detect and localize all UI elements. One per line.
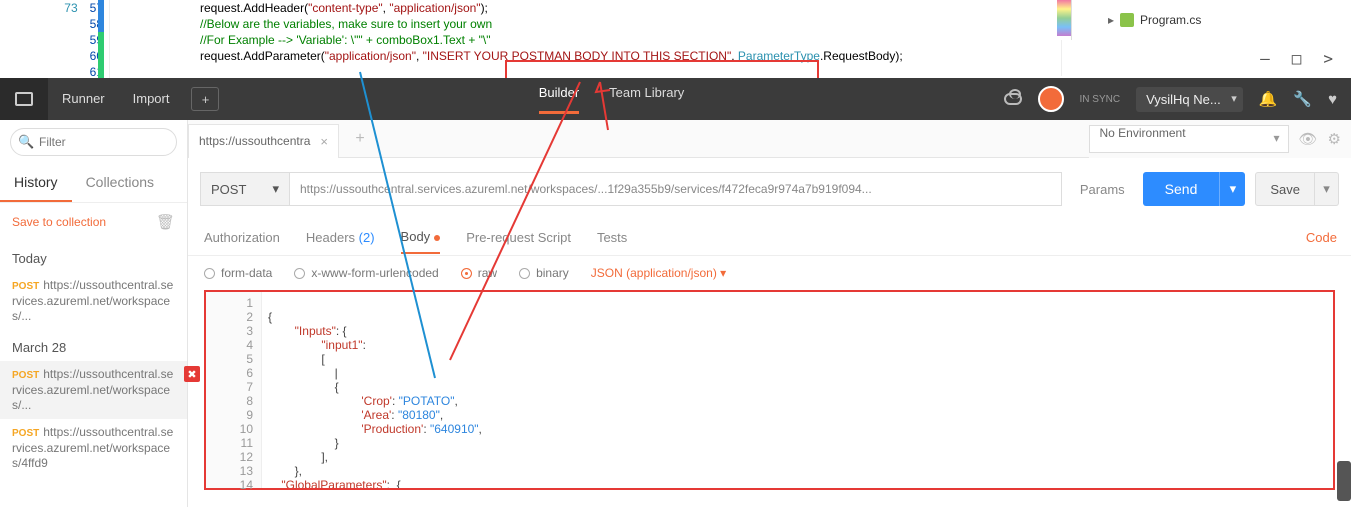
bell-icon[interactable]: 🔔 <box>1259 90 1278 108</box>
solution-file-label: Program.cs <box>1140 13 1201 27</box>
body-options: form-data x-www-form-urlencoded raw bina… <box>188 256 1351 290</box>
add-tab-button[interactable]: + <box>347 126 373 152</box>
json-line-numbers: 1234567891011121314 <box>206 292 262 488</box>
method-label: POST <box>211 182 246 197</box>
filter-input[interactable] <box>10 128 177 156</box>
error-icon: ✖ <box>184 366 200 382</box>
params-button[interactable]: Params <box>1062 182 1143 197</box>
minimize-icon[interactable]: — <box>1260 49 1270 68</box>
history-march-header: March 28 <box>0 330 187 361</box>
wrench-icon[interactable]: 🔧 <box>1293 90 1312 108</box>
tab-prerequest[interactable]: Pre-request Script <box>466 222 571 253</box>
sync-status: IN SYNC <box>1080 94 1121 105</box>
gear-icon[interactable]: ⚙ <box>1328 130 1341 148</box>
chevron-right-icon: ▸ <box>1108 13 1114 27</box>
tab-body[interactable]: Body <box>401 221 441 254</box>
sidebar-tabs: History Collections <box>0 164 187 203</box>
heart-icon[interactable]: ♥ <box>1328 91 1337 108</box>
opt-xform[interactable]: x-www-form-urlencoded <box>294 266 438 280</box>
opt-binary[interactable]: binary <box>519 266 569 280</box>
history-item[interactable]: POSThttps://ussouthcentral.services.azur… <box>0 419 187 477</box>
json-body-text[interactable]: { "Inputs": { "input1": [ | { 'Crop': "P… <box>262 292 1333 488</box>
sidebar: 🔍 History Collections Save to collection… <box>0 120 188 507</box>
save-to-collection-link[interactable]: Save to collection <box>12 215 106 229</box>
panel-icon <box>15 92 33 106</box>
content-type-selector[interactable]: JSON (application/json) <box>591 266 726 280</box>
tab-tests[interactable]: Tests <box>597 222 627 253</box>
dot-icon <box>434 235 440 241</box>
more-icon[interactable]: > <box>1323 49 1333 68</box>
history-item[interactable]: POSThttps://ussouthcentral.services.azur… <box>0 361 187 419</box>
postman-toolbar: Runner Import + Builder Team Library IN … <box>0 78 1351 120</box>
send-caret[interactable]: ▾ <box>1219 172 1245 206</box>
runner-button[interactable]: Runner <box>48 78 119 120</box>
request-tabstrip: https://ussouthcentra × + No Environment… <box>188 120 1351 158</box>
scrollbar[interactable] <box>1337 461 1351 501</box>
request-tab[interactable]: https://ussouthcentra × <box>188 124 339 158</box>
url-input[interactable]: https://ussouthcentral.services.azureml.… <box>290 172 1062 206</box>
code-link[interactable]: Code <box>1306 230 1337 245</box>
tab-collections[interactable]: Collections <box>72 164 168 202</box>
history-today-header: Today <box>0 241 187 272</box>
save-caret[interactable]: ▾ <box>1315 172 1339 206</box>
tab-authorization[interactable]: Authorization <box>204 222 280 253</box>
tab-team-library[interactable]: Team Library <box>609 85 684 114</box>
solution-explorer-item[interactable]: ▸ Program.cs <box>1071 0 1351 40</box>
import-button[interactable]: Import <box>119 78 184 120</box>
method-selector[interactable]: POST ▾ <box>200 172 290 206</box>
avatar[interactable] <box>1038 86 1064 112</box>
new-button[interactable]: + <box>191 87 219 111</box>
trash-icon[interactable]: 🗑 <box>156 213 175 231</box>
cloud-sync-icon[interactable] <box>1004 93 1022 105</box>
postman-main: 🔍 History Collections Save to collection… <box>0 120 1351 507</box>
history-item[interactable]: POSThttps://ussouthcentral.services.azur… <box>0 272 187 330</box>
send-button[interactable]: Send <box>1143 172 1220 206</box>
opt-form-data[interactable]: form-data <box>204 266 272 280</box>
eye-icon[interactable]: 👁 <box>1299 130 1318 148</box>
opt-raw[interactable]: raw <box>461 266 497 280</box>
environment-selector[interactable]: No Environment <box>1089 125 1289 153</box>
work-area: https://ussouthcentra × + No Environment… <box>188 120 1351 507</box>
code-gutter: 7357 58 59 60 61 <box>0 0 110 80</box>
tab-builder[interactable]: Builder <box>539 85 579 114</box>
request-tab-label: https://ussouthcentra <box>199 134 310 148</box>
close-icon[interactable]: × <box>320 134 328 149</box>
window-controls: — □ > <box>1061 40 1351 76</box>
maximize-icon[interactable]: □ <box>1292 49 1302 68</box>
team-selector[interactable]: VysilHq Ne... <box>1136 87 1243 112</box>
search-icon: 🔍 <box>18 134 34 150</box>
chevron-down-icon: ▾ <box>272 181 279 197</box>
csharp-file-icon <box>1120 13 1134 27</box>
tab-history[interactable]: History <box>0 164 72 202</box>
tab-headers[interactable]: Headers (2) <box>306 222 375 253</box>
request-subtabs: Authorization Headers (2) Body Pre-reque… <box>188 220 1351 256</box>
request-row: POST ▾ https://ussouthcentral.services.a… <box>188 158 1351 220</box>
save-button[interactable]: Save <box>1255 172 1315 206</box>
json-body-editor[interactable]: ✖ 1234567891011121314 { "Inputs": { "inp… <box>204 290 1335 490</box>
sidebar-toggle-button[interactable] <box>0 78 48 120</box>
